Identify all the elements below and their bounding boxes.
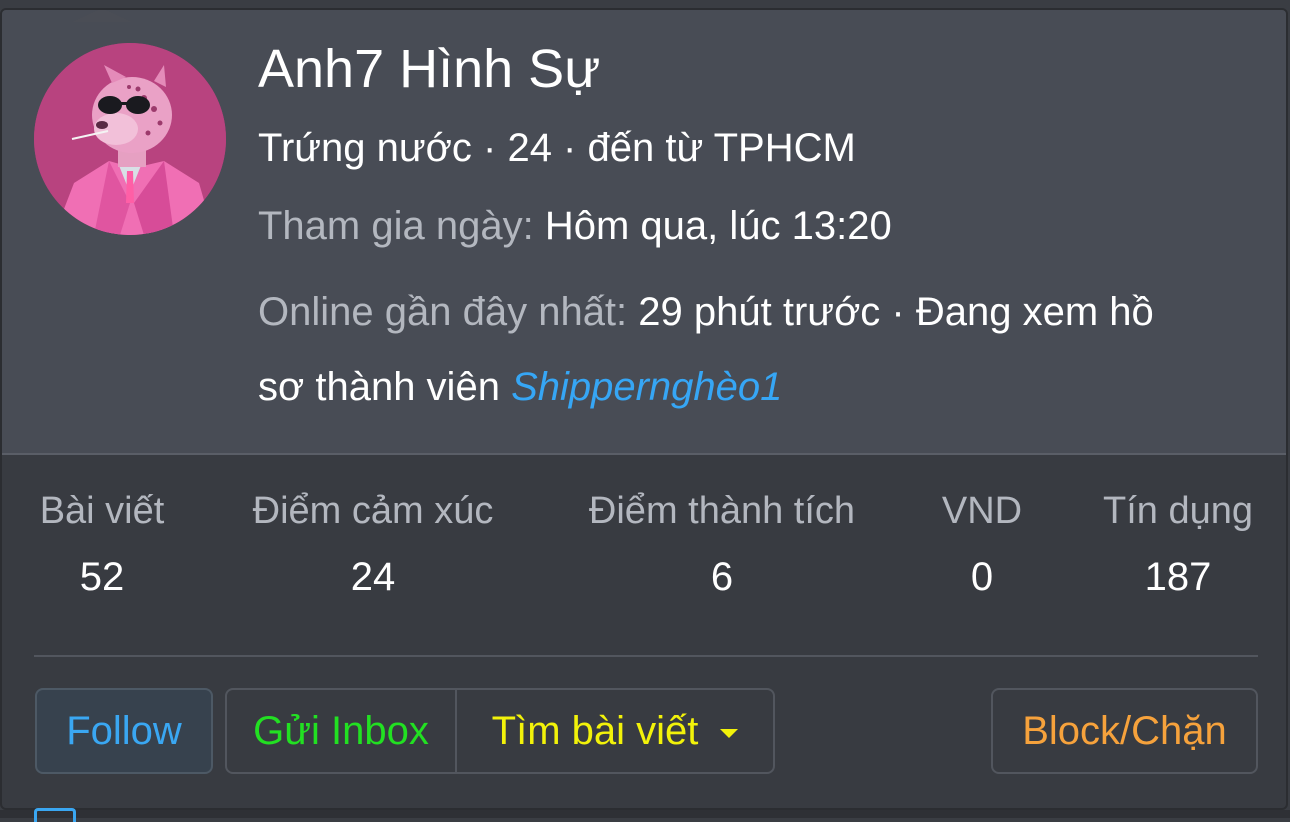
stat-achievements[interactable]: Điểm thành tích 6	[578, 490, 866, 600]
stat-vnd: VND 0	[940, 490, 1024, 600]
stat-label: Bài viết	[39, 490, 165, 532]
stat-label: Tín dụng	[1103, 490, 1253, 532]
member-tooltip-card: Anh7 Hình Sự Trứng nước · 24 · đến từ TP…	[0, 8, 1288, 810]
send-inbox-button[interactable]: Gửi Inbox	[225, 688, 457, 774]
avatar[interactable]	[34, 43, 226, 235]
caret-down-icon	[720, 728, 739, 738]
stat-value: 24	[350, 555, 396, 599]
stat-label: VND	[941, 490, 1023, 532]
stat-value: 6	[710, 555, 734, 599]
divider	[34, 655, 1258, 657]
joined-line: Tham gia ngày: Hôm qua, lúc 13:20	[258, 204, 892, 249]
stat-value: 187	[1144, 555, 1212, 599]
block-button[interactable]: Block/Chặn	[991, 688, 1258, 774]
page-below	[0, 810, 1290, 818]
checkbox-icon[interactable]	[34, 808, 76, 822]
online-line-2: sơ thành viên Shippernghèo1	[258, 365, 782, 410]
stat-value: 52	[79, 555, 125, 599]
find-posts-button[interactable]: Tìm bài viết	[455, 688, 775, 774]
joined-value: Hôm qua, lúc 13:20	[544, 204, 892, 248]
stat-label: Điểm thành tích	[588, 490, 856, 532]
stat-reactions[interactable]: Điểm cảm xúc 24	[242, 490, 504, 600]
username[interactable]: Anh7 Hình Sự	[258, 38, 600, 100]
follow-button[interactable]: Follow	[35, 688, 213, 774]
stat-credit: Tín dụng 187	[1098, 490, 1258, 600]
profile-header: Anh7 Hình Sự Trứng nước · 24 · đến từ TP…	[2, 10, 1286, 455]
online-label: Online gần đây nhất:	[258, 290, 628, 334]
rank-line: Trứng nước · 24 · đến từ TPHCM	[258, 126, 856, 170]
pink-leopard-avatar-icon	[34, 43, 226, 235]
find-posts-label: Tìm bài viết	[491, 708, 699, 753]
online-value-2: sơ thành viên	[258, 365, 500, 409]
joined-label: Tham gia ngày:	[258, 204, 534, 248]
online-line: Online gần đây nhất: 29 phút trước · Đan…	[258, 290, 1154, 335]
stat-label: Điểm cảm xúc	[252, 490, 494, 532]
online-value: 29 phút trước · Đang xem hồ	[638, 290, 1154, 334]
tooltip-arrow	[72, 10, 132, 22]
viewed-member-link[interactable]: Shippernghèo1	[511, 365, 782, 409]
stat-posts[interactable]: Bài viết 52	[35, 490, 169, 600]
stat-value: 0	[970, 555, 994, 599]
